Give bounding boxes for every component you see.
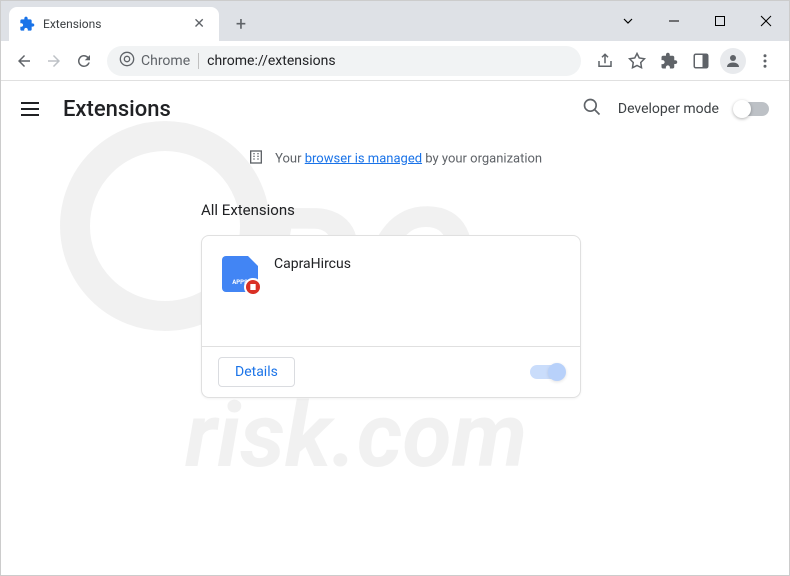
- browser-tab[interactable]: Extensions ✕: [9, 7, 219, 41]
- extension-card: CapraHircus Details: [201, 235, 581, 398]
- window-minimize-icon[interactable]: [651, 6, 697, 36]
- reload-button[interactable]: [69, 46, 99, 76]
- developer-mode-toggle[interactable]: [735, 102, 769, 116]
- omnibox-separator: [198, 53, 199, 69]
- window-titlebar: Extensions ✕ +: [1, 1, 789, 41]
- card-footer: Details: [202, 346, 580, 397]
- share-icon[interactable]: [589, 45, 621, 77]
- svg-text:risk.com: risk.com: [185, 383, 527, 486]
- hamburger-menu-icon[interactable]: [21, 97, 45, 121]
- window-close-icon[interactable]: [743, 6, 789, 36]
- managed-banner: Your browser is managed by your organiza…: [1, 137, 789, 181]
- extensions-header: Extensions Developer mode: [1, 81, 789, 137]
- tab-title: Extensions: [43, 17, 189, 31]
- extensions-puzzle-icon[interactable]: [653, 45, 685, 77]
- managed-text-before: Your: [275, 151, 305, 166]
- managed-link[interactable]: browser is managed: [305, 151, 422, 166]
- menu-dots-icon[interactable]: [749, 45, 781, 77]
- bookmark-star-icon[interactable]: [621, 45, 653, 77]
- window-maximize-icon[interactable]: [697, 6, 743, 36]
- window-controls: [605, 1, 789, 41]
- profile-avatar[interactable]: [717, 45, 749, 77]
- extension-name: CapraHircus: [274, 256, 351, 326]
- sidepanel-icon[interactable]: [685, 45, 717, 77]
- building-icon: [248, 149, 264, 169]
- address-bar[interactable]: Chrome chrome://extensions: [107, 46, 581, 76]
- tab-close-icon[interactable]: ✕: [189, 14, 209, 34]
- developer-mode-label: Developer mode: [618, 101, 719, 117]
- new-tab-button[interactable]: +: [227, 10, 255, 38]
- details-button[interactable]: Details: [218, 357, 295, 387]
- back-button[interactable]: [9, 46, 39, 76]
- search-icon[interactable]: [582, 97, 602, 121]
- omnibox-prefix: Chrome: [141, 53, 190, 69]
- managed-badge-icon: [244, 278, 262, 296]
- page-title: Extensions: [63, 97, 171, 122]
- extension-puzzle-icon: [19, 16, 35, 32]
- chrome-icon: [119, 51, 135, 71]
- omnibox-url: chrome://extensions: [207, 53, 569, 69]
- window-dropdown-icon[interactable]: [605, 6, 651, 36]
- content-area: All Extensions CapraHircus Details: [1, 181, 789, 398]
- card-body: CapraHircus: [202, 236, 580, 346]
- browser-toolbar: Chrome chrome://extensions: [1, 41, 789, 81]
- forward-button[interactable]: [39, 46, 69, 76]
- managed-text-after: by your organization: [422, 151, 542, 166]
- extension-app-icon: [222, 256, 258, 292]
- section-title: All Extensions: [201, 201, 789, 219]
- extension-enable-toggle[interactable]: [530, 365, 564, 379]
